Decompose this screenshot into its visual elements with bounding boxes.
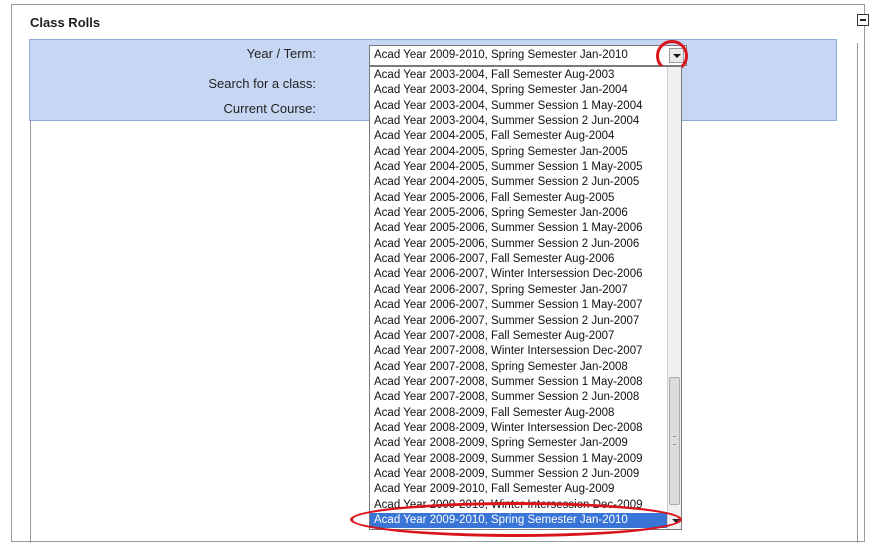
dropdown-option[interactable]: Acad Year 2004-2005, Spring Semester Jan… <box>370 145 667 160</box>
dropdown-scrollbar[interactable] <box>667 67 681 529</box>
year-term-dropdown-list[interactable]: Acad Year 2003-2004, Fall Semester Aug-2… <box>369 66 682 530</box>
year-term-select[interactable]: Acad Year 2009-2010, Spring Semester Jan… <box>369 45 687 66</box>
dropdown-option[interactable]: Acad Year 2007-2008, Spring Semester Jan… <box>370 360 667 375</box>
dropdown-option[interactable]: Acad Year 2005-2006, Spring Semester Jan… <box>370 206 667 221</box>
year-term-label: Year / Term: <box>246 46 316 61</box>
dropdown-option[interactable]: Acad Year 2005-2006, Summer Session 1 Ma… <box>370 221 667 236</box>
dropdown-option[interactable]: Acad Year 2006-2007, Summer Session 2 Ju… <box>370 314 667 329</box>
dropdown-option[interactable]: Acad Year 2007-2008, Summer Session 2 Ju… <box>370 390 667 405</box>
scrollbar-thumb[interactable] <box>669 377 680 505</box>
dropdown-option[interactable]: Acad Year 2009-2010, Fall Semester Aug-2… <box>370 482 667 497</box>
dropdown-option[interactable]: Acad Year 2007-2008, Summer Session 1 Ma… <box>370 375 667 390</box>
dropdown-option[interactable]: Acad Year 2005-2006, Summer Session 2 Ju… <box>370 237 667 252</box>
current-course-label: Current Course: <box>223 101 316 116</box>
dropdown-option[interactable]: Acad Year 2004-2005, Summer Session 1 Ma… <box>370 160 667 175</box>
dropdown-option[interactable]: Acad Year 2003-2004, Summer Session 2 Ju… <box>370 114 667 129</box>
dropdown-option[interactable]: Acad Year 2003-2004, Summer Session 1 Ma… <box>370 99 667 114</box>
dropdown-option[interactable]: Acad Year 2008-2009, Spring Semester Jan… <box>370 436 667 451</box>
divider <box>857 43 858 543</box>
option-list: Acad Year 2003-2004, Fall Semester Aug-2… <box>370 68 667 529</box>
dropdown-option[interactable]: Acad Year 2008-2009, Summer Session 1 Ma… <box>370 452 667 467</box>
dropdown-option[interactable]: Acad Year 2006-2007, Summer Session 1 Ma… <box>370 298 667 313</box>
dropdown-option[interactable]: Acad Year 2005-2006, Fall Semester Aug-2… <box>370 191 667 206</box>
dropdown-option[interactable]: Acad Year 2003-2004, Fall Semester Aug-2… <box>370 68 667 83</box>
dropdown-option[interactable]: Acad Year 2006-2007, Spring Semester Jan… <box>370 283 667 298</box>
dropdown-option[interactable]: Acad Year 2003-2004, Spring Semester Jan… <box>370 83 667 98</box>
collapse-icon[interactable] <box>857 14 869 26</box>
panel-title: Class Rolls <box>30 15 101 30</box>
dropdown-option[interactable]: Acad Year 2004-2005, Fall Semester Aug-2… <box>370 129 667 144</box>
dropdown-option[interactable]: Acad Year 2007-2008, Fall Semester Aug-2… <box>370 329 667 344</box>
search-class-label: Search for a class: <box>208 76 316 91</box>
dropdown-option[interactable]: Acad Year 2008-2009, Winter Intersession… <box>370 421 667 436</box>
dropdown-option[interactable]: Acad Year 2006-2007, Fall Semester Aug-2… <box>370 252 667 267</box>
dropdown-option[interactable]: Acad Year 2004-2005, Summer Session 2 Ju… <box>370 175 667 190</box>
dropdown-option[interactable]: Acad Year 2008-2009, Fall Semester Aug-2… <box>370 406 667 421</box>
year-term-selected-value: Acad Year 2009-2010, Spring Semester Jan… <box>374 49 628 61</box>
dropdown-option[interactable]: Acad Year 2007-2008, Winter Intersession… <box>370 344 667 359</box>
annotation-ellipse <box>350 502 682 537</box>
dropdown-option[interactable]: Acad Year 2008-2009, Summer Session 2 Ju… <box>370 467 667 482</box>
dropdown-option[interactable]: Acad Year 2006-2007, Winter Intersession… <box>370 267 667 282</box>
